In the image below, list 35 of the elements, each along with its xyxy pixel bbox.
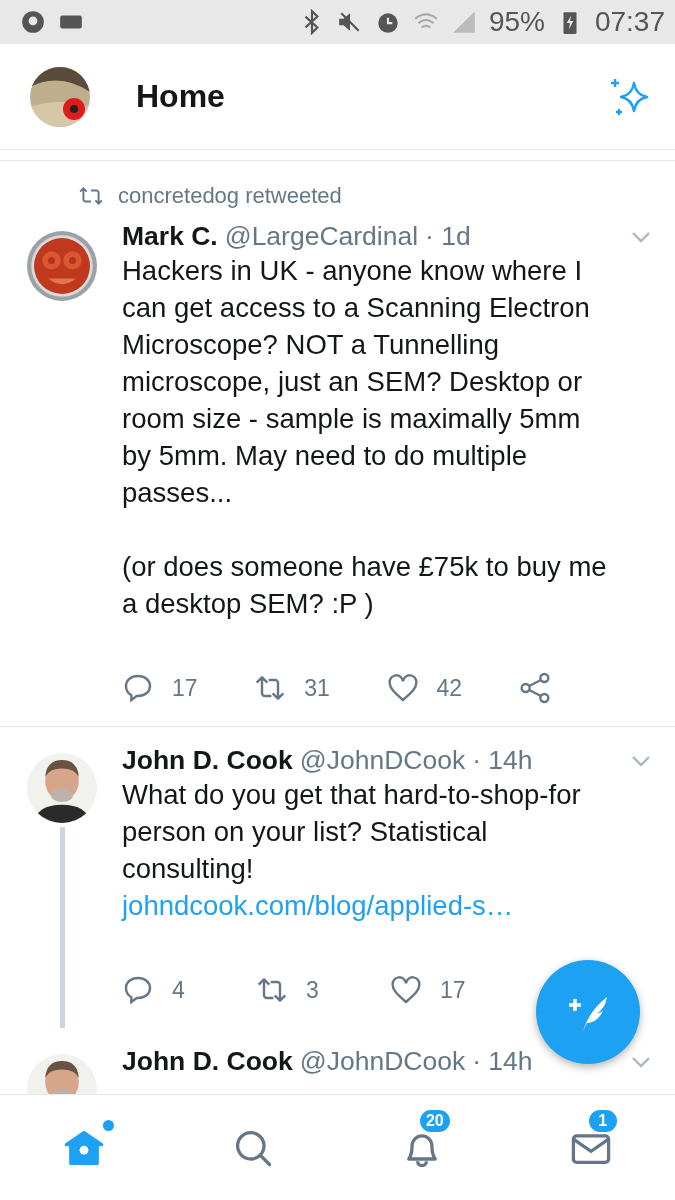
action-count: 3 xyxy=(306,976,319,1004)
tweet-text: (or does someone have £75k to buy me a desktop SEM? :P ) xyxy=(122,550,608,621)
tweet-text: What do you get that hard-to-shop-for person on your list? Statistical consulting! johndcook.com/blog/applied-s… xyxy=(122,776,651,924)
tweet-text: Hackers in UK - anyone know where I can get access to a Scanning Electron Microscope? NOT a Tunnelling microscope, just an SEM? Desktop or room size - sample is maximally 5mm by 5mm. May need to do multiple passes... xyxy=(122,254,591,510)
page-title: Home xyxy=(136,78,226,115)
share-icon[interactable] xyxy=(518,672,551,704)
heart-icon[interactable] xyxy=(386,672,419,704)
action-count: 4 xyxy=(172,976,185,1004)
user-name[interactable]: Mark C. xyxy=(122,221,218,252)
reply-icon[interactable] xyxy=(122,672,154,704)
count-badge: 1 xyxy=(586,1107,619,1134)
user-name[interactable]: John D. Cook xyxy=(122,745,293,776)
user-handle[interactable]: @LargeCardinal xyxy=(224,221,419,252)
heart-icon[interactable] xyxy=(390,974,422,1006)
user-handle[interactable]: @JohnDCook xyxy=(299,1046,466,1077)
tweet-time: · 14h xyxy=(472,1046,533,1077)
messages-tab[interactable]: 1 xyxy=(506,1095,675,1200)
notifications-tab[interactable]: 20 xyxy=(337,1095,507,1200)
count-badge: 20 xyxy=(417,1107,452,1134)
clock: 07:37 xyxy=(594,6,665,38)
reply-icon[interactable] xyxy=(122,974,154,1006)
tweet-link[interactable]: johndcook.com/blog/applied-s… xyxy=(122,887,514,924)
action-count: 17 xyxy=(172,674,198,702)
action-count: 17 xyxy=(440,976,466,1004)
battery-level: 95% xyxy=(488,6,545,38)
compose-button[interactable] xyxy=(536,960,640,1064)
tweet-time: · 1d xyxy=(425,221,471,252)
user-name[interactable]: John D. Cook xyxy=(122,1046,293,1077)
action-count: 42 xyxy=(436,674,463,702)
retweet-icon xyxy=(78,185,104,207)
user-handle[interactable]: @JohnDCook xyxy=(299,745,466,776)
tweet-time: · 14h xyxy=(472,745,533,776)
action-count: 31 xyxy=(304,674,330,702)
signal-icon xyxy=(450,9,477,35)
retweet-label[interactable]: concretedog retweeted xyxy=(118,183,342,209)
